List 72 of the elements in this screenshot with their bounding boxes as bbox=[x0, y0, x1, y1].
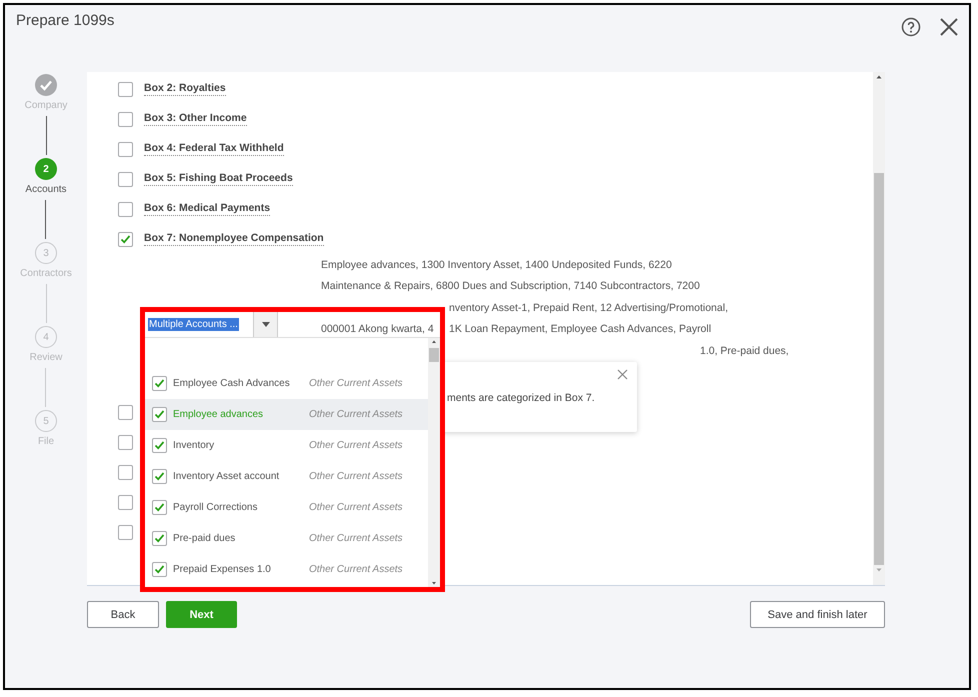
checkbox[interactable] bbox=[118, 142, 133, 156]
checkbox[interactable] bbox=[152, 376, 167, 391]
step-done-icon[interactable] bbox=[35, 74, 57, 96]
account-name: Pre-paid dues bbox=[173, 533, 236, 544]
step-label: Contractors bbox=[20, 267, 72, 281]
scrollbar[interactable] bbox=[428, 338, 440, 587]
account-name: Employee Cash Advances bbox=[173, 378, 291, 389]
window-title: Prepare 1099s bbox=[16, 12, 114, 29]
checkbox[interactable] bbox=[152, 562, 167, 577]
account-option[interactable]: Pre-paid dues Other Current Assets bbox=[145, 523, 428, 554]
account-name: Payroll Corrections bbox=[173, 502, 258, 513]
checkbox[interactable] bbox=[118, 112, 133, 126]
checkbox[interactable] bbox=[152, 407, 167, 422]
account-list-text: 1.0, Pre-paid dues, bbox=[700, 344, 790, 357]
close-icon[interactable] bbox=[939, 17, 959, 37]
account-type: Other Current Assets bbox=[309, 409, 403, 420]
caret-icon bbox=[262, 322, 270, 327]
box-label: Box 4: Federal Tax Withheld bbox=[144, 142, 284, 156]
box-label: Box 3: Other Income bbox=[144, 112, 247, 126]
step-label: Accounts bbox=[25, 183, 67, 197]
save-button[interactable]: Save and finish later bbox=[750, 601, 885, 628]
scroll-down-icon[interactable] bbox=[429, 579, 439, 587]
account-list-text: 000001 Akong kwarta, 4 bbox=[321, 323, 435, 336]
account-type: Other Current Assets bbox=[309, 471, 403, 482]
close-icon[interactable] bbox=[617, 369, 628, 380]
account-type: Other Current Assets bbox=[309, 564, 403, 575]
account-type: Other Current Assets bbox=[309, 502, 403, 513]
checkbox[interactable] bbox=[118, 172, 133, 186]
checkbox[interactable] bbox=[118, 494, 133, 510]
back-button[interactable]: Back bbox=[87, 601, 159, 628]
help-icon[interactable] bbox=[901, 17, 921, 37]
box-label: Box 2: Royalties bbox=[144, 82, 226, 96]
checkbox[interactable] bbox=[152, 438, 167, 453]
checkbox[interactable] bbox=[152, 469, 167, 484]
checkbox[interactable] bbox=[118, 464, 133, 480]
box-label: Box 7: Nonemployee Compensation bbox=[144, 232, 324, 246]
account-list-text: 1K Loan Repayment, Employee Cash Advances, Payroll bbox=[449, 323, 712, 336]
checkbox[interactable] bbox=[118, 82, 133, 96]
account-list-text: nventory Asset-1, Prepaid Rent, 12 Advertising/Promotional, bbox=[449, 302, 729, 314]
account-option[interactable]: Inventory Asset account Other Current Assets bbox=[145, 461, 428, 492]
scroll-up-icon[interactable] bbox=[429, 338, 439, 346]
checkbox[interactable] bbox=[152, 500, 167, 515]
checkbox[interactable] bbox=[118, 434, 133, 450]
account-select-field[interactable]: Multiple Accounts ... bbox=[145, 312, 254, 337]
checkbox[interactable] bbox=[118, 404, 133, 420]
checkbox[interactable] bbox=[118, 202, 133, 216]
account-option[interactable]: Inventory Other Current Assets bbox=[145, 430, 428, 461]
scroll-thumb[interactable] bbox=[874, 173, 884, 565]
account-list-text: Employee advances, 1300 Inventory Asset, 1400 Undeposited Funds, 6220 bbox=[321, 258, 673, 271]
step-label: Review bbox=[30, 351, 62, 365]
checkbox[interactable] bbox=[118, 524, 133, 540]
account-type: Other Current Assets bbox=[309, 533, 403, 544]
account-option[interactable]: Employee Cash Advances Other Current Assets bbox=[145, 368, 428, 399]
account-type: Other Current Assets bbox=[309, 440, 403, 451]
account-name: Prepaid Expenses 1.0 bbox=[173, 564, 272, 575]
account-list-text: Maintenance & Repairs, 6800 Dues and Subscription, 7140 Subcontractors, 7200 bbox=[321, 280, 701, 292]
step-label: Company bbox=[24, 99, 68, 113]
checkbox[interactable] bbox=[152, 531, 167, 546]
scroll-thumb[interactable] bbox=[429, 348, 439, 362]
account-type: Other Current Assets bbox=[309, 378, 403, 389]
account-name: Inventory bbox=[173, 440, 216, 451]
box-label: Box 5: Fishing Boat Proceeds bbox=[144, 172, 293, 186]
box-label: Box 6: Medical Payments bbox=[144, 202, 270, 216]
checkbox[interactable] bbox=[118, 232, 133, 246]
dropdown-button[interactable] bbox=[254, 312, 278, 337]
account-option[interactable]: Prepaid Expenses 1.0 Other Current Assets bbox=[145, 554, 428, 585]
account-name: Inventory Asset account bbox=[173, 471, 280, 482]
account-name: Employee advances bbox=[173, 409, 264, 420]
account-option[interactable]: Payroll Corrections Other Current Assets bbox=[145, 492, 428, 523]
tooltip-text: ments are categorized in Box 7. bbox=[447, 392, 595, 404]
step-label: File bbox=[38, 435, 54, 449]
scrollbar[interactable] bbox=[873, 72, 885, 585]
